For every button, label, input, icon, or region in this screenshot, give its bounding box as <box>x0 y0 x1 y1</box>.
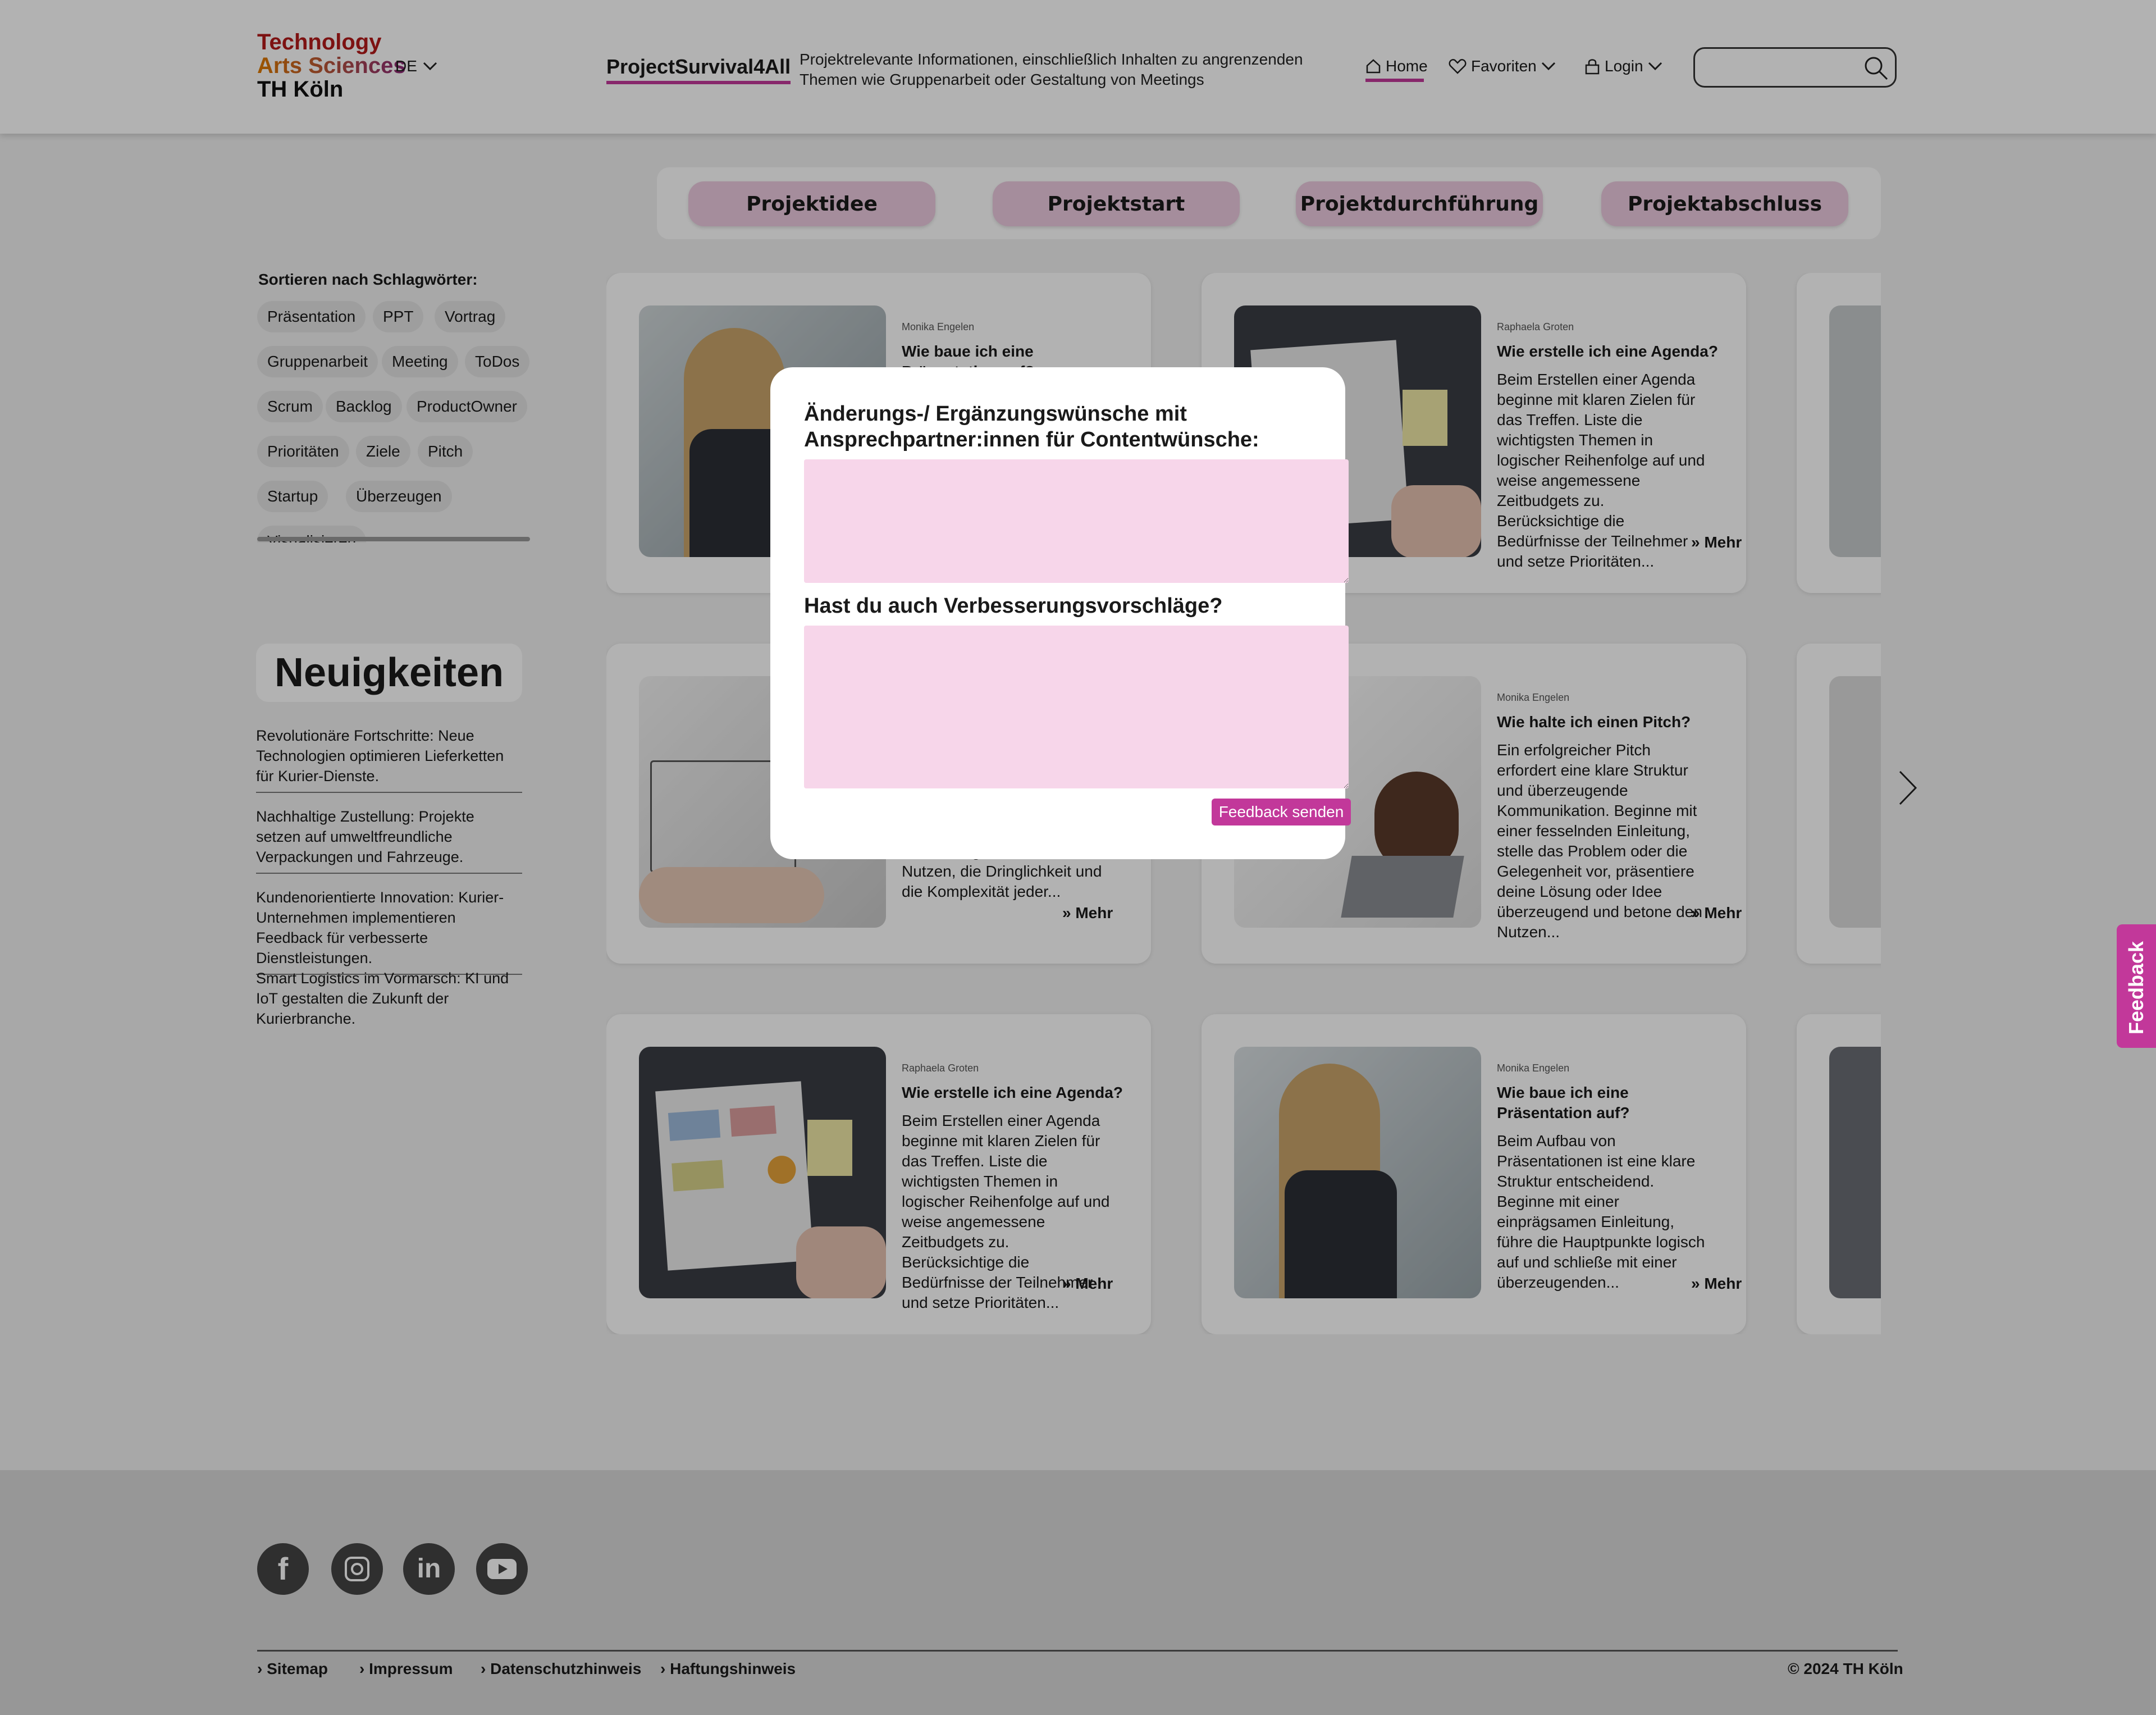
modal-question-improvements: Hast du auch Verbesserungsvorschläge? <box>804 594 1223 618</box>
feedback-modal: Änderungs-/ Ergänzungswünsche mit Anspre… <box>770 367 1349 859</box>
improvement-suggestions-field[interactable] <box>804 626 1349 788</box>
modal-question-content: Änderungs-/ Ergänzungswünsche mit Anspre… <box>804 402 1259 451</box>
send-feedback-button[interactable]: Feedback senden <box>1212 799 1351 825</box>
content-wishes-field[interactable] <box>804 459 1349 583</box>
feedback-tab-label: Feedback <box>2125 941 2148 1035</box>
feedback-tab[interactable]: Feedback <box>2117 924 2156 1048</box>
